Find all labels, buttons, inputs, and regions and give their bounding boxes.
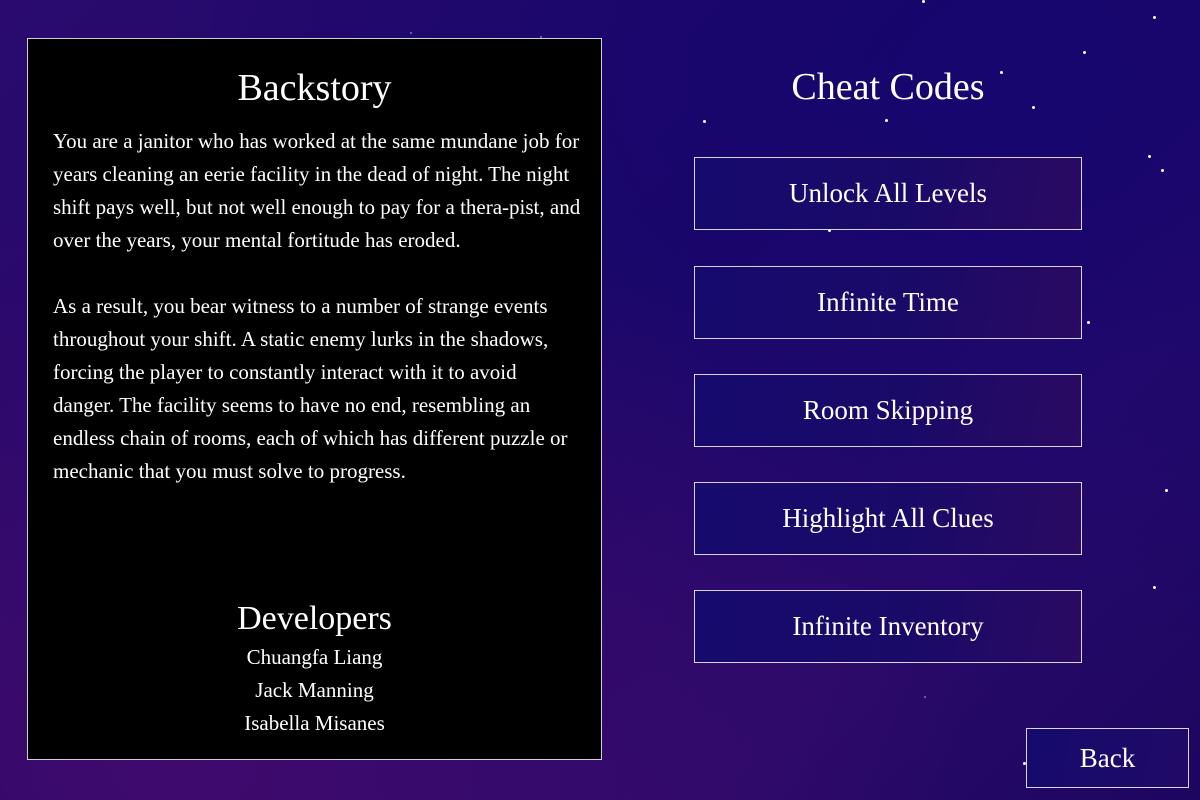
developers-title: Developers: [237, 600, 392, 637]
star: [703, 120, 706, 123]
star: [1148, 155, 1151, 158]
star: [1153, 16, 1156, 19]
room-skipping-button[interactable]: Room Skipping: [694, 374, 1082, 447]
backstory-panel: Backstory You are a janitor who has work…: [27, 38, 602, 760]
developers-section: Developers Chuangfa Liang Jack Manning I…: [28, 597, 601, 740]
developer-name: Chuangfa Liang: [246, 645, 383, 669]
star: [1087, 321, 1090, 324]
star: [1083, 51, 1086, 54]
backstory-title: Backstory: [237, 67, 392, 109]
cheat-codes-title: Cheat Codes: [791, 66, 985, 108]
backstory-paragraph: As a result, you bear witness to a numbe…: [53, 294, 568, 483]
star: [924, 696, 926, 698]
unlock-all-levels-button[interactable]: Unlock All Levels: [694, 157, 1082, 230]
infinite-inventory-button[interactable]: Infinite Inventory: [694, 590, 1082, 663]
star: [885, 119, 888, 122]
star: [1153, 586, 1156, 589]
star: [922, 0, 925, 3]
developer-name: Jack Manning: [255, 678, 374, 702]
back-button[interactable]: Back: [1026, 728, 1189, 788]
backstory-paragraph: You are a janitor who has worked at the …: [53, 129, 581, 252]
developer-name: Isabella Misanes: [244, 711, 385, 735]
star: [1165, 489, 1168, 492]
highlight-all-clues-button[interactable]: Highlight All Clues: [694, 482, 1082, 555]
infinite-time-button[interactable]: Infinite Time: [694, 266, 1082, 339]
star: [410, 32, 412, 34]
backstory-text: You are a janitor who has worked at the …: [53, 125, 583, 521]
star: [1161, 169, 1164, 172]
